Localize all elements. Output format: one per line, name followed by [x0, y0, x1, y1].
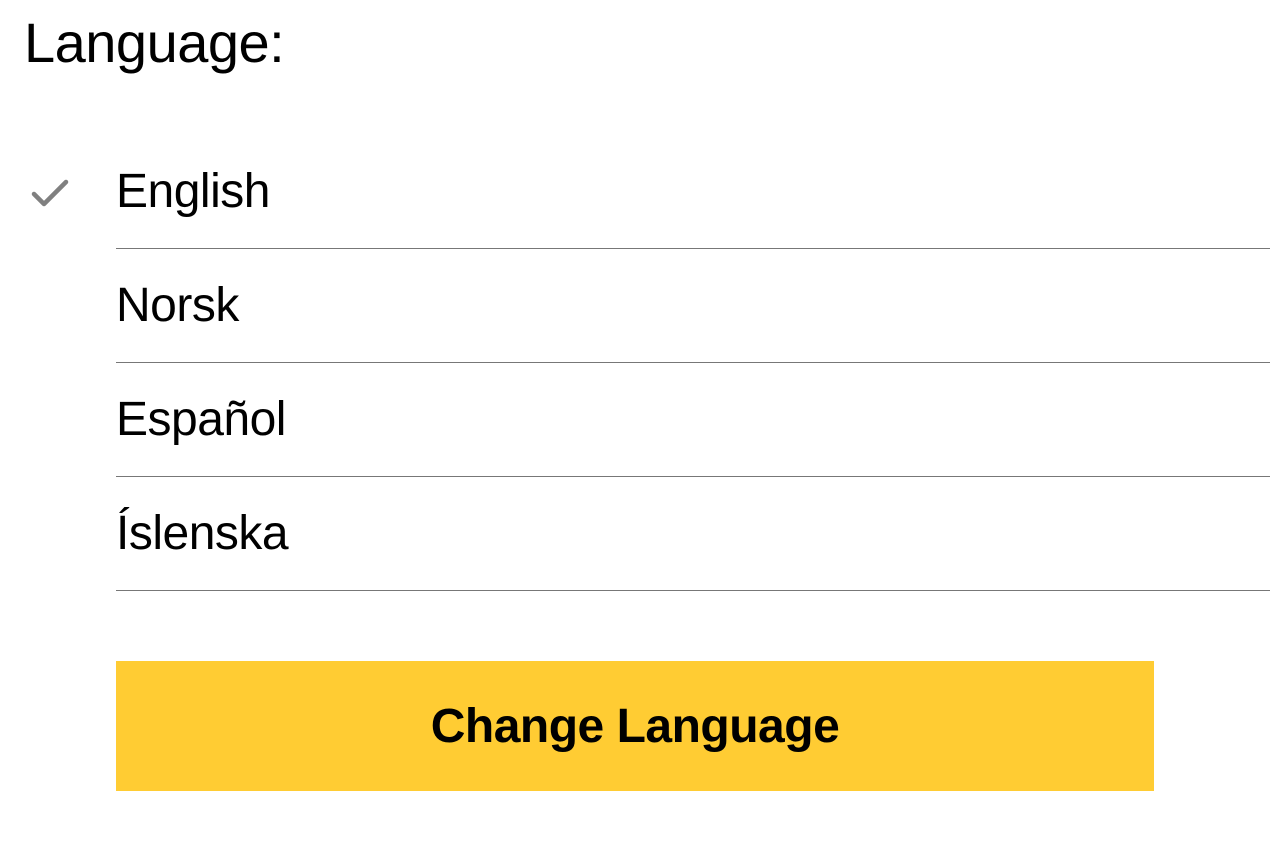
label-cell: Norsk — [116, 249, 1270, 363]
language-option-norsk[interactable]: Norsk — [24, 249, 1270, 363]
language-label: Íslenska — [116, 506, 288, 561]
label-cell: Íslenska — [116, 477, 1270, 591]
language-option-english[interactable]: English — [24, 135, 1270, 249]
language-label: English — [116, 164, 270, 219]
language-option-islenska[interactable]: Íslenska — [24, 477, 1270, 591]
button-container: Change Language — [24, 661, 1270, 791]
language-list: English Norsk Español Íslenska — [24, 135, 1270, 591]
language-option-espanol[interactable]: Español — [24, 363, 1270, 477]
check-icon — [26, 168, 74, 216]
change-language-button-label: Change Language — [431, 699, 840, 754]
label-cell: Español — [116, 363, 1270, 477]
language-label: Español — [116, 392, 286, 447]
label-cell: English — [116, 135, 1270, 249]
check-cell — [24, 168, 116, 216]
language-label: Norsk — [116, 278, 239, 333]
change-language-button[interactable]: Change Language — [116, 661, 1154, 791]
language-heading: Language: — [24, 10, 1270, 75]
